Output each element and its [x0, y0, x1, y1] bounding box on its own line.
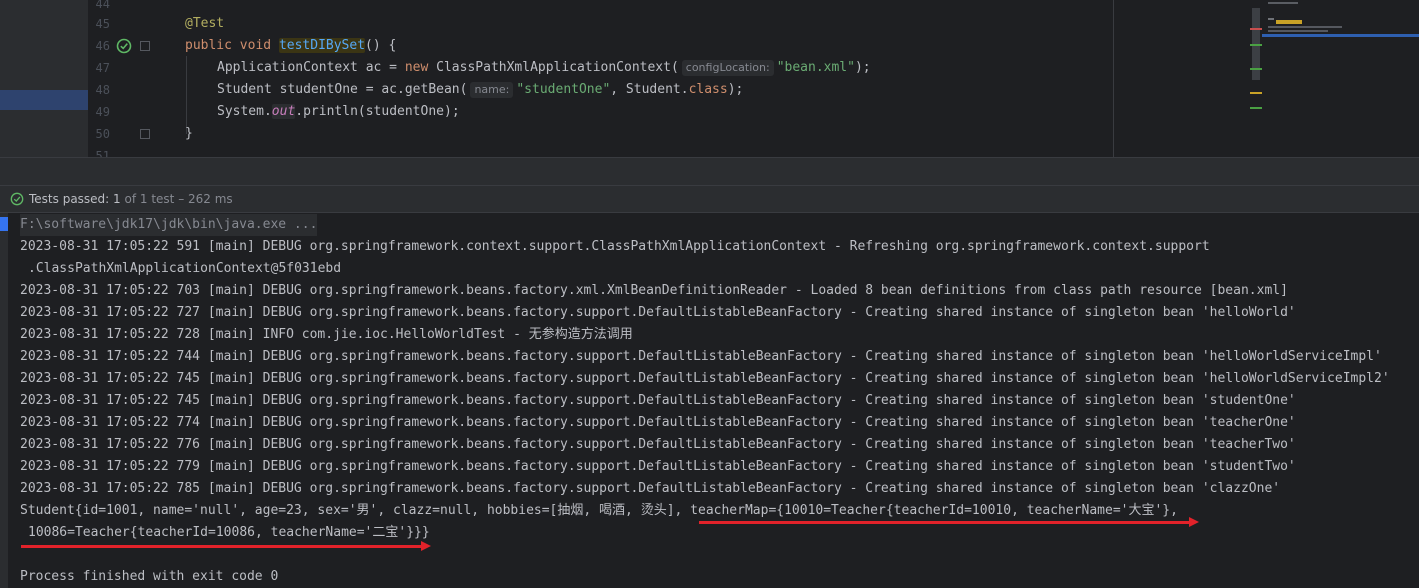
- code-text: ApplicationContext ac =: [217, 60, 405, 75]
- static-field-out: out: [271, 104, 296, 119]
- closing-brace: }: [185, 126, 193, 141]
- warning-stripe[interactable]: [1250, 92, 1262, 94]
- console-line: 2023-08-31 17:05:22 728 [main] INFO com.…: [20, 327, 633, 342]
- code-text: );: [727, 82, 744, 97]
- console-command-line[interactable]: F:\software\jdk17\jdk\bin\java.exe ...: [20, 214, 318, 236]
- line-number: 46: [95, 39, 110, 53]
- project-selected-row[interactable]: [0, 90, 88, 110]
- console-line: 2023-08-31 17:05:22 591 [main] DEBUG org…: [20, 239, 1210, 254]
- code-text: Student studentOne = ac.getBean(: [217, 82, 468, 97]
- console-line: 2023-08-31 17:05:22 745 [main] DEBUG org…: [20, 371, 1390, 386]
- console-left-strip: [0, 213, 8, 588]
- keyword-new: new: [404, 60, 429, 75]
- annotation-arrow: [699, 517, 1199, 527]
- console-line: 2023-08-31 17:05:22 745 [main] DEBUG org…: [20, 393, 1296, 408]
- string-literal: "studentOne": [516, 82, 611, 97]
- minimap-mark: [1268, 26, 1342, 28]
- code-text: () {: [365, 38, 397, 53]
- line-number: 49: [95, 105, 110, 119]
- console-exit-line: Process finished with exit code 0: [20, 569, 279, 584]
- minimap-viewport[interactable]: [1262, 34, 1419, 37]
- minimap-mark: [1268, 18, 1274, 20]
- console-output[interactable]: F:\software\jdk17\jdk\bin\java.exe ... 2…: [20, 213, 1419, 588]
- line-number: 45: [95, 17, 110, 31]
- string-literal: "bean.xml": [776, 60, 855, 75]
- tests-passed-label: Tests passed:: [29, 192, 110, 206]
- annotation-arrow: [21, 541, 431, 551]
- minimap-mark: [1268, 30, 1328, 32]
- param-hint: name:: [470, 82, 514, 98]
- console-line: 2023-08-31 17:05:22 776 [main] DEBUG org…: [20, 437, 1296, 452]
- tests-summary: of 1 test – 262 ms: [124, 192, 233, 206]
- code-text: .: [263, 104, 272, 119]
- console-student-output: Student{id=1001, name='null', age=23, se…: [20, 503, 1178, 518]
- console-line: 2023-08-31 17:05:22 727 [main] DEBUG org…: [20, 305, 1296, 320]
- keyword-void: void: [239, 38, 272, 53]
- console-line: 2023-08-31 17:05:22 744 [main] DEBUG org…: [20, 349, 1382, 364]
- code-line-49[interactable]: System.out.println(studentOne);: [217, 101, 460, 123]
- console-line: .ClassPathXmlApplicationContext@5f031ebd: [28, 261, 342, 276]
- project-panel-strip[interactable]: [0, 0, 88, 157]
- code-line-48[interactable]: Student studentOne = ac.getBean(name: "st…: [217, 79, 743, 101]
- line-number: 50: [95, 127, 110, 141]
- console-line: 2023-08-31 17:05:22 779 [main] DEBUG org…: [20, 459, 1296, 474]
- code-text: .println(studentOne);: [295, 104, 460, 119]
- fold-collapse-icon[interactable]: [140, 41, 150, 51]
- error-stripe[interactable]: [1250, 28, 1262, 30]
- test-status-bar: Tests passed: 1 of 1 test – 262 ms: [0, 185, 1419, 213]
- minimap-mark: [1268, 2, 1298, 4]
- code-line-47[interactable]: ApplicationContext ac = new ClassPathXml…: [217, 57, 871, 79]
- test-passed-icon: [10, 192, 24, 206]
- keyword-class: class: [688, 82, 728, 97]
- line-number: 48: [95, 83, 110, 97]
- editor-gutter: 44 45 46 47 48 49 50 51: [88, 0, 156, 157]
- line-number: 51: [95, 149, 110, 157]
- code-text: );: [854, 60, 871, 75]
- minimap-mark: [1276, 20, 1302, 24]
- console-line: 2023-08-31 17:05:22 774 [main] DEBUG org…: [20, 415, 1296, 430]
- code-line-45[interactable]: @Test: [185, 13, 224, 35]
- change-stripe[interactable]: [1250, 107, 1262, 109]
- test-status-text: Tests passed: 1 of 1 test – 262 ms: [29, 186, 233, 212]
- test-annotation: @Test: [185, 16, 225, 31]
- change-stripe[interactable]: [1250, 68, 1262, 70]
- code-text: System: [217, 104, 264, 119]
- tests-passed-count: 1: [113, 192, 121, 206]
- code-line-46[interactable]: public void testDIBySet() {: [185, 35, 396, 57]
- code-area[interactable]: @Test public void testDIBySet() { Applic…: [185, 0, 1105, 157]
- fold-end-icon[interactable]: [140, 129, 150, 139]
- console-line: 2023-08-31 17:05:22 785 [main] DEBUG org…: [20, 481, 1281, 496]
- run-test-passed-icon[interactable]: [116, 38, 132, 54]
- console-marker: [0, 217, 8, 231]
- param-hint: configLocation:: [681, 60, 774, 76]
- keyword-public: public: [185, 38, 232, 53]
- code-editor[interactable]: 44 45 46 47 48 49 50 51 @Test public voi…: [0, 0, 1419, 157]
- console-line: 2023-08-31 17:05:22 703 [main] DEBUG org…: [20, 283, 1288, 298]
- code-text: , Student.: [610, 82, 689, 97]
- line-number: 47: [95, 61, 110, 75]
- minimap[interactable]: [1114, 0, 1419, 157]
- code-line-50[interactable]: }: [185, 123, 193, 145]
- change-stripe[interactable]: [1250, 44, 1262, 46]
- method-name[interactable]: testDIBySet: [278, 38, 366, 53]
- tool-window-splitter[interactable]: [0, 157, 1419, 185]
- code-text: ClassPathXmlApplicationContext(: [428, 60, 679, 75]
- console-student-output-cont: 10086=Teacher{teacherId=10086, teacherNa…: [28, 525, 430, 540]
